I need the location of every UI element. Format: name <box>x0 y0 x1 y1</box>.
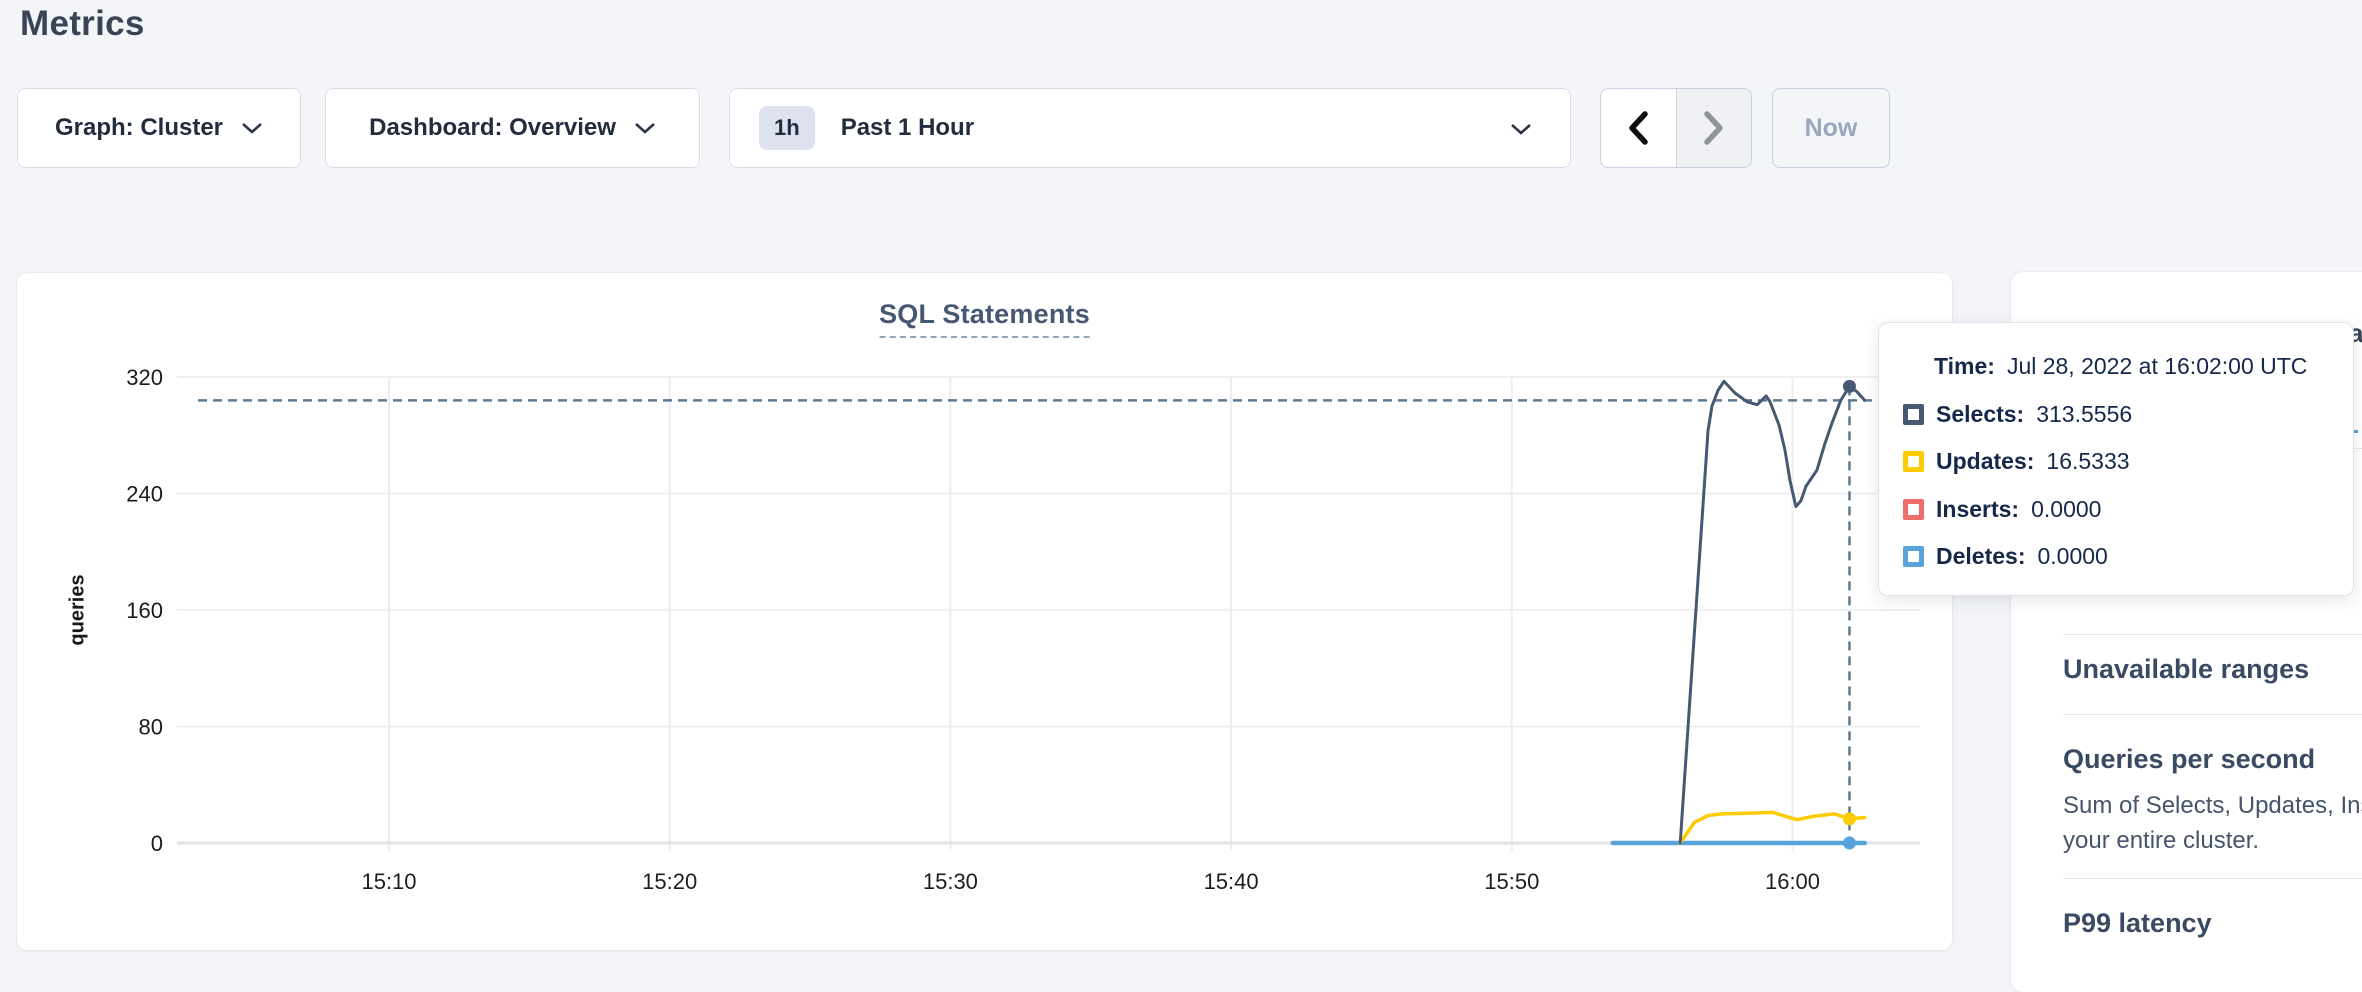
tooltip-row-inserts: Inserts: 0.0000 <box>1903 496 2101 523</box>
y-tick-label-320: 320 <box>126 365 163 390</box>
queries-per-second-description: Sum of Selects, Updates, Inserts and Del… <box>2063 788 2362 858</box>
sql-statements-chart-card: SQL Statements queries 15:1015:2015:3015… <box>17 273 1952 950</box>
deletes-legend-swatch-icon <box>1903 546 1924 567</box>
x-tick-label-15-20: 15:20 <box>642 869 697 894</box>
series-line-selects <box>1680 381 1864 843</box>
inserts-legend-swatch-icon <box>1903 499 1924 520</box>
y-tick-label-240: 240 <box>126 482 163 507</box>
sidebar-item-queries-per-second: Queries per second <box>2063 744 2315 775</box>
chart-hover-tooltip: Time: Jul 28, 2022 at 16:02:00 UTC Selec… <box>1878 322 2354 596</box>
hover-dot-updates <box>1843 812 1856 825</box>
hover-dot-selects <box>1843 380 1856 393</box>
chevron-down-icon <box>241 122 263 135</box>
graph-scope-label: Graph: Cluster <box>55 114 223 142</box>
chevron-left-icon <box>1626 110 1650 146</box>
tooltip-time-label: Time: <box>1934 353 1995 380</box>
chevron-down-icon <box>634 122 656 135</box>
tooltip-row-updates: Updates: 16.5333 <box>1903 448 2130 475</box>
x-tick-label-15-30: 15:30 <box>923 869 978 894</box>
selects-legend-swatch-icon <box>1903 404 1924 425</box>
x-tick-label-16-00: 16:00 <box>1765 869 1820 894</box>
sql-statements-plot[interactable]: 15:10 15:20 15:30 15:40 15:50 16:00 0 80 160 240 3… <box>17 273 1952 950</box>
dashboard-label: Dashboard: Overview <box>369 114 616 142</box>
series-line-updates <box>1680 812 1864 843</box>
updates-legend-swatch-icon <box>1903 451 1924 472</box>
tooltip-row-selects: Selects: 313.5556 <box>1903 401 2132 428</box>
time-range-dropdown[interactable]: 1h Past 1 Hour <box>729 88 1571 168</box>
y-tick-label-0: 0 <box>151 831 163 856</box>
time-window-pager <box>1600 88 1752 168</box>
time-range-label: Past 1 Hour <box>841 114 974 142</box>
sidebar-item-unavailable-ranges: Unavailable ranges <box>2063 654 2309 685</box>
chevron-right-icon <box>1702 110 1726 146</box>
metrics-page: { "page": { "title": "Metrics" }, "toolb… <box>0 0 2362 966</box>
hover-dot-deletes <box>1843 837 1856 850</box>
x-tick-label-15-10: 15:10 <box>361 869 416 894</box>
sidebar-divider <box>2063 634 2362 635</box>
chevron-down-icon <box>1510 123 1532 136</box>
now-button-label: Now <box>1805 114 1858 143</box>
tooltip-time-row: Time: Jul 28, 2022 at 16:02:00 UTC <box>1934 353 2307 380</box>
dashboard-dropdown[interactable]: Dashboard: Overview <box>325 88 700 168</box>
next-time-window-button[interactable] <box>1676 89 1752 167</box>
previous-time-window-button[interactable] <box>1601 89 1676 167</box>
x-tick-label-15-40: 15:40 <box>1204 869 1259 894</box>
y-tick-label-160: 160 <box>126 598 163 623</box>
page-title: Metrics <box>20 4 145 44</box>
graph-scope-dropdown[interactable]: Graph: Cluster <box>17 88 301 168</box>
time-range-badge: 1h <box>759 106 815 150</box>
sidebar-item-p99-latency: P99 latency <box>2063 908 2212 939</box>
sidebar-divider <box>2063 714 2362 715</box>
sidebar-divider <box>2063 878 2362 879</box>
now-button[interactable]: Now <box>1772 88 1890 168</box>
tooltip-row-deletes: Deletes: 0.0000 <box>1903 543 2108 570</box>
x-tick-label-15-50: 15:50 <box>1484 869 1539 894</box>
y-tick-label-80: 80 <box>139 715 163 740</box>
tooltip-time-value: Jul 28, 2022 at 16:02:00 UTC <box>2007 353 2307 380</box>
